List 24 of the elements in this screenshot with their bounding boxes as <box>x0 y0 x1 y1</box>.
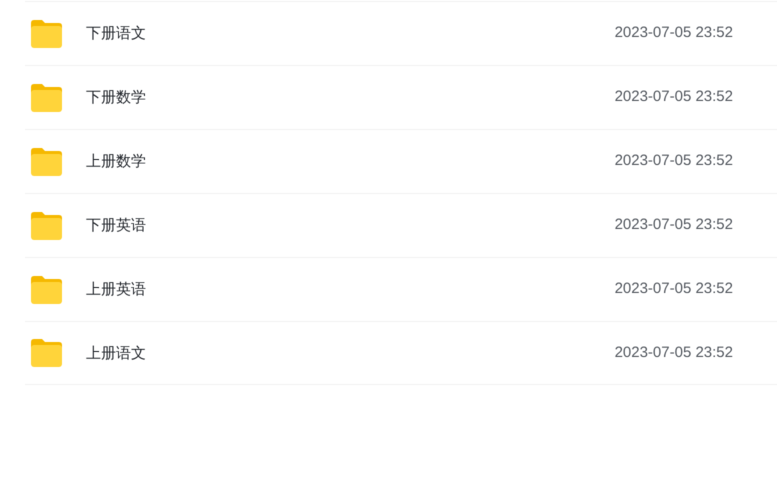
file-name: 下册英语 <box>86 215 146 236</box>
modified-date: 2023-07-05 23:52 <box>614 23 733 44</box>
file-name: 下册数学 <box>86 87 146 108</box>
file-row[interactable]: 下册语文 2023-07-05 23:52 <box>25 1 777 65</box>
folder-icon <box>31 84 62 112</box>
file-name: 上册数学 <box>86 151 146 172</box>
file-row[interactable]: 下册数学 2023-07-05 23:52 <box>25 65 777 129</box>
modified-date: 2023-07-05 23:52 <box>614 342 733 363</box>
folder-icon <box>31 20 62 48</box>
folder-icon <box>31 276 62 304</box>
folder-icon <box>31 212 62 240</box>
modified-date: 2023-07-05 23:52 <box>614 151 733 172</box>
file-row[interactable]: 上册数学 2023-07-05 23:52 <box>25 129 777 193</box>
file-name: 下册语文 <box>86 23 146 44</box>
modified-date: 2023-07-05 23:52 <box>614 87 733 108</box>
modified-date: 2023-07-05 23:52 <box>614 215 733 236</box>
file-row[interactable]: 下册英语 2023-07-05 23:52 <box>25 193 777 257</box>
modified-date: 2023-07-05 23:52 <box>614 279 733 300</box>
folder-icon <box>31 339 62 367</box>
file-row[interactable]: 上册语文 2023-07-05 23:52 <box>25 321 777 385</box>
file-row[interactable]: 上册英语 2023-07-05 23:52 <box>25 257 777 321</box>
file-name: 上册英语 <box>86 279 146 300</box>
file-name: 上册语文 <box>86 342 146 364</box>
folder-icon <box>31 148 62 176</box>
